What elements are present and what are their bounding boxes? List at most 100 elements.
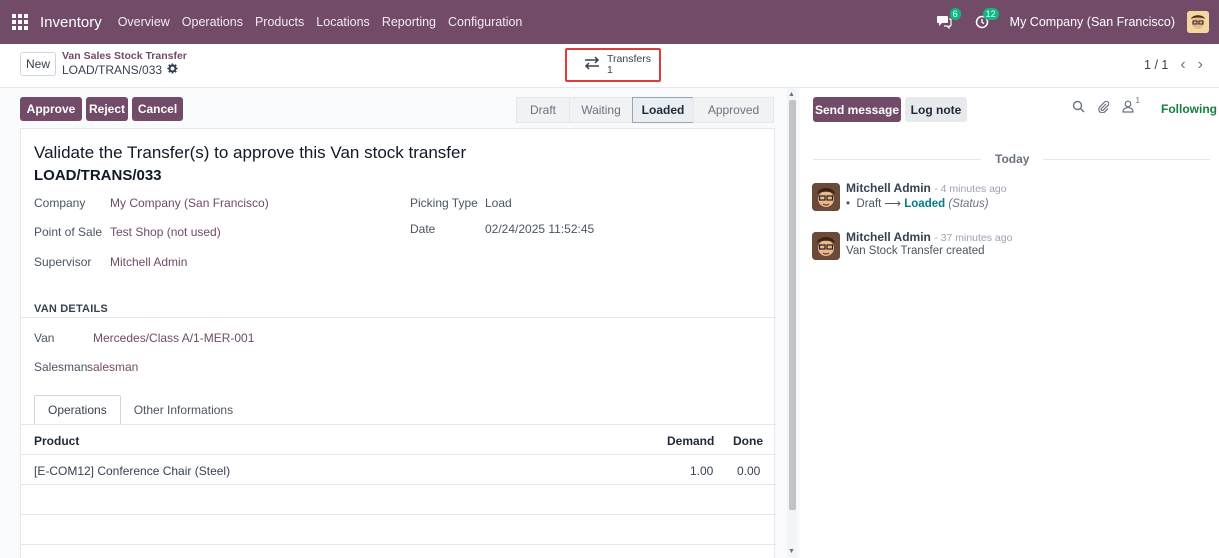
transfer-arrows-icon — [583, 55, 601, 75]
message-time: - 37 minutes ago — [934, 232, 1013, 244]
picking-type-field[interactable]: Load — [485, 196, 512, 210]
transfers-count: 1 — [607, 64, 613, 76]
chatter-topbar-icons: 1 — [1072, 96, 1140, 116]
tracking-old-value: Draft — [856, 198, 882, 210]
row-done: 0.00 — [737, 464, 761, 478]
cancel-button[interactable]: Cancel — [132, 97, 183, 121]
notebook-tabs: Operations Other Informations — [34, 395, 246, 425]
scroll-down-icon[interactable]: ▼ — [788, 548, 795, 555]
supervisor-field[interactable]: Mitchell Admin — [110, 255, 187, 269]
salesman-field[interactable]: salesman — [87, 360, 138, 374]
activities-badge: 12 — [982, 8, 999, 20]
gear-icon[interactable] — [167, 63, 178, 77]
messages-badge: 6 — [949, 8, 961, 20]
message-author[interactable]: Mitchell Admin — [846, 181, 931, 195]
supervisor-label: Supervisor — [34, 255, 92, 269]
breadcrumb-parent[interactable]: Van Sales Stock Transfer — [62, 50, 187, 63]
date-field[interactable]: 02/24/2025 11:52:45 — [485, 222, 594, 236]
company-field[interactable]: My Company (San Francisco) — [110, 196, 269, 210]
date-separator-label: Today — [981, 152, 1044, 166]
operations-table: Product Demand Done [E-COM12] Conference… — [21, 425, 776, 545]
followers-user-icon[interactable]: 1 — [1122, 96, 1140, 116]
section-divider — [21, 317, 776, 318]
stage-approved[interactable]: Approved — [693, 97, 774, 123]
chatter-panel: Send message Log note 1 Following Today … — [800, 88, 1219, 558]
tracking-new-value: Loaded — [904, 198, 946, 210]
company-label: Company — [34, 196, 86, 210]
search-icon[interactable] — [1072, 100, 1085, 116]
transfers-smart-text: Transfers 1 — [607, 54, 651, 76]
tab-operations[interactable]: Operations — [34, 395, 121, 425]
form-sheet: Validate the Transfer(s) to approve this… — [20, 128, 776, 558]
empty-row — [21, 485, 776, 515]
tracking-field-name: (Status) — [948, 198, 989, 210]
activities-clock-icon[interactable]: 12 — [972, 8, 999, 30]
following-toggle[interactable]: Following — [1161, 102, 1217, 116]
company-switcher[interactable]: My Company (San Francisco) — [1010, 15, 1175, 29]
menu-products[interactable]: Products — [255, 15, 304, 29]
breadcrumb: Van Sales Stock Transfer LOAD/TRANS/033 — [62, 50, 187, 77]
pager-value[interactable]: 1 / 1 — [1144, 58, 1168, 72]
column-done[interactable]: Done — [733, 434, 763, 448]
app-grid-icon[interactable] — [12, 14, 28, 30]
row-demand: 1.00 — [690, 464, 714, 478]
row-product: [E-COM12] Conference Chair (Steel) — [34, 464, 231, 478]
menu-overview[interactable]: Overview — [118, 15, 170, 29]
app-name[interactable]: Inventory — [40, 14, 102, 31]
message-time: - 4 minutes ago — [934, 183, 1007, 195]
bullet-dot: • — [846, 198, 851, 210]
arrow-right-icon: ⟶ — [884, 198, 902, 210]
empty-row — [21, 515, 776, 545]
transfer-reference: LOAD/TRANS/033 — [34, 167, 162, 184]
message-avatar[interactable] — [812, 183, 840, 211]
menu-operations[interactable]: Operations — [182, 15, 243, 29]
navbar-systray: 6 12 My Company (San Francisco) — [934, 8, 1209, 33]
message-header: Mitchell Admin - 37 minutes ago — [846, 230, 1012, 244]
stage-loaded[interactable]: Loaded — [632, 97, 694, 123]
menu-locations[interactable]: Locations — [316, 15, 370, 29]
table-header-row: Product Demand Done — [21, 425, 776, 455]
main-menu: Overview Operations Products Locations R… — [118, 15, 523, 29]
top-navbar: Inventory Overview Operations Products L… — [0, 0, 1219, 44]
form-heading: Validate the Transfer(s) to approve this… — [34, 143, 467, 162]
message-body: Van Stock Transfer created — [846, 245, 985, 257]
pos-field[interactable]: Test Shop (not used) — [110, 225, 221, 239]
column-product[interactable]: Product — [34, 434, 79, 448]
date-label: Date — [410, 222, 436, 236]
scroll-up-icon[interactable]: ▲ — [788, 91, 795, 98]
transfers-smart-button[interactable]: Transfers 1 — [565, 48, 661, 82]
transfers-label: Transfers — [607, 53, 651, 65]
chevron-left-icon[interactable]: ‹ — [1180, 56, 1185, 74]
van-details-section: VAN DETAILS — [34, 303, 108, 315]
message-author[interactable]: Mitchell Admin — [846, 230, 931, 244]
approve-button[interactable]: Approve — [20, 97, 82, 121]
table-row[interactable]: [E-COM12] Conference Chair (Steel) 1.00 … — [21, 455, 776, 485]
stage-draft[interactable]: Draft — [516, 97, 570, 123]
menu-configuration[interactable]: Configuration — [448, 15, 522, 29]
message-header: Mitchell Admin - 4 minutes ago — [846, 181, 1007, 195]
pos-label: Point of Sale — [34, 225, 103, 239]
breadcrumb-current-label: LOAD/TRANS/033 — [62, 62, 163, 77]
paperclip-icon[interactable] — [1097, 100, 1110, 116]
log-note-button[interactable]: Log note — [905, 97, 967, 122]
van-label: Van — [34, 331, 55, 345]
messages-icon[interactable]: 6 — [934, 8, 961, 30]
chevron-right-icon[interactable]: › — [1198, 56, 1203, 74]
new-button[interactable]: New — [20, 52, 56, 76]
message-avatar[interactable] — [812, 232, 840, 260]
tab-other-informations[interactable]: Other Informations — [121, 395, 246, 425]
stage-waiting[interactable]: Waiting — [569, 97, 633, 123]
pager: 1 / 1 ‹ › — [1144, 56, 1203, 74]
user-avatar[interactable] — [1187, 11, 1209, 33]
send-message-button[interactable]: Send message — [813, 97, 901, 122]
breadcrumb-current: LOAD/TRANS/033 — [62, 63, 187, 77]
scrollbar-thumb[interactable] — [789, 100, 796, 510]
van-field[interactable]: Mercedes/Class A/1-MER-001 — [93, 331, 254, 345]
column-demand[interactable]: Demand — [667, 434, 714, 448]
followers-count: 1 — [1135, 96, 1140, 105]
menu-reporting[interactable]: Reporting — [382, 15, 436, 29]
control-panel: New Van Sales Stock Transfer LOAD/TRANS/… — [0, 44, 1219, 88]
form-statusbar: Approve Reject Cancel Draft Waiting Load… — [20, 97, 775, 123]
picking-type-label: Picking Type — [410, 196, 478, 210]
reject-button[interactable]: Reject — [86, 97, 128, 121]
